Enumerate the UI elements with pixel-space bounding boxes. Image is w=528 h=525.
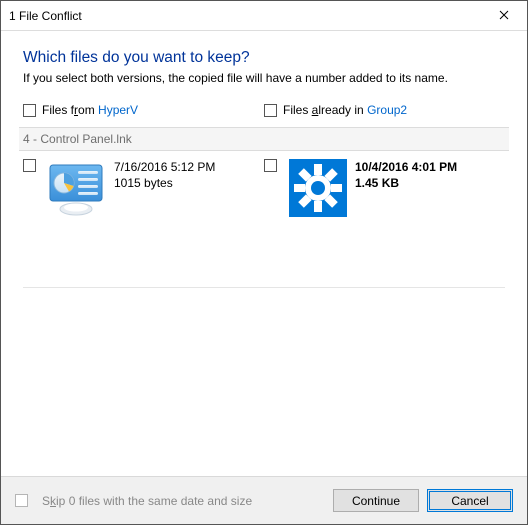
skip-identical-label: Skip 0 files with the same date and size: [42, 494, 252, 508]
dest-file-checkbox[interactable]: [264, 159, 277, 172]
content-area: Which files do you want to keep? If you …: [1, 31, 527, 476]
dialog-subtext: If you select both versions, the copied …: [23, 71, 505, 85]
column-headers: Files from HyperV Files already in Group…: [23, 103, 505, 117]
continue-button[interactable]: Continue: [333, 489, 419, 512]
dest-header-text: Files already in Group2: [283, 103, 407, 117]
source-header-text: Files from HyperV: [42, 103, 138, 117]
dest-location-link[interactable]: Group2: [367, 103, 407, 117]
dest-file-cell[interactable]: 10/4/2016 4:01 PM 1.45 KB: [264, 159, 505, 217]
source-file-meta: 7/16/2016 5:12 PM 1015 bytes: [114, 159, 215, 191]
control-panel-icon: [48, 159, 106, 217]
source-file-datetime: 7/16/2016 5:12 PM: [114, 159, 215, 175]
content-spacer: [23, 288, 505, 476]
close-button[interactable]: [481, 1, 527, 31]
footer-buttons: Continue Cancel: [333, 489, 513, 512]
dest-file-meta: 10/4/2016 4:01 PM 1.45 KB: [355, 159, 457, 191]
dest-file-size: 1.45 KB: [355, 175, 457, 191]
dialog-heading: Which files do you want to keep?: [23, 49, 505, 67]
conflict-group-header: 4 - Control Panel.lnk: [19, 127, 509, 151]
gear-icon: [289, 159, 347, 217]
source-file-checkbox[interactable]: [23, 159, 36, 172]
titlebar: 1 File Conflict: [1, 1, 527, 31]
source-file-size: 1015 bytes: [114, 175, 215, 191]
cancel-button[interactable]: Cancel: [427, 489, 513, 512]
skip-identical-checkbox: [15, 494, 28, 507]
source-select-all-checkbox[interactable]: [23, 104, 36, 117]
conflict-row: 7/16/2016 5:12 PM 1015 bytes: [23, 151, 505, 288]
source-file-cell[interactable]: 7/16/2016 5:12 PM 1015 bytes: [23, 159, 264, 217]
source-location-link[interactable]: HyperV: [98, 103, 138, 117]
dialog-footer: Skip 0 files with the same date and size…: [1, 476, 527, 524]
source-column-header[interactable]: Files from HyperV: [23, 103, 264, 117]
window-title: 1 File Conflict: [9, 9, 82, 23]
dest-column-header[interactable]: Files already in Group2: [264, 103, 505, 117]
close-icon: [499, 7, 509, 24]
dest-select-all-checkbox[interactable]: [264, 104, 277, 117]
dest-file-datetime: 10/4/2016 4:01 PM: [355, 159, 457, 175]
